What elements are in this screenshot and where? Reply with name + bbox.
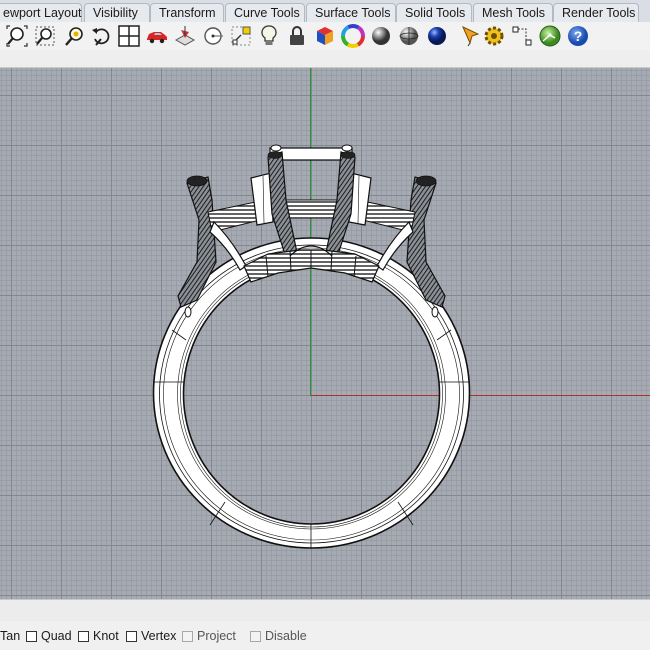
pen-icon[interactable] [458,24,482,48]
command-toolbar: ? [0,22,650,50]
osnap-vertex[interactable]: Vertex [126,629,176,643]
tab-render-tools[interactable]: Render Tools [553,3,639,22]
tab-visibility[interactable]: Visibility [84,3,150,22]
osnap-label: Knot [93,629,119,643]
undo-view-icon[interactable] [90,24,114,48]
toolbar-tab-bar: ewport Layout Visibility Transform Curve… [0,0,650,23]
osnap-label: Quad [41,629,72,643]
tab-surface-tools[interactable]: Surface Tools [306,3,396,22]
quad-checkbox[interactable] [26,630,37,642]
osnap-label: Project [197,629,236,643]
osnap-project[interactable]: Project [182,629,236,643]
help-icon[interactable]: ? [566,24,590,48]
tab-transform[interactable]: Transform [150,3,224,22]
osnap-label: Vertex [141,629,177,643]
tab-mesh-tools[interactable]: Mesh Tools [473,3,553,22]
osnap-quad[interactable]: Quad [26,629,72,643]
zoom-extents-icon[interactable] [5,24,29,48]
rendered-sphere-icon[interactable] [425,24,449,48]
osnap-label: Disable [265,629,307,643]
gear-icon[interactable] [482,24,506,48]
zoom-window-icon[interactable] [33,24,57,48]
disable-checkbox[interactable] [250,630,261,642]
osnap-label: Tan [0,629,21,643]
vertex-checkbox[interactable] [126,630,137,642]
lock-icon[interactable] [285,24,309,48]
front-viewport[interactable] [0,68,650,599]
project-checkbox[interactable] [182,630,193,642]
point-icon[interactable] [229,24,253,48]
shaded-sphere-icon[interactable] [369,24,393,48]
ring-wireframe-model[interactable] [0,68,650,599]
material-cube-icon[interactable] [313,24,337,48]
osnap-bar: Tan Quad Knot Vertex Project Disable [0,621,650,650]
color-wheel-icon[interactable] [341,24,365,48]
tab-viewport-layout[interactable]: ewport Layout [0,3,82,22]
knot-checkbox[interactable] [78,630,89,642]
globe-icon[interactable] [538,24,562,48]
circle-snap-icon[interactable] [201,24,225,48]
light-bulb-icon[interactable] [257,24,281,48]
osnap-tan[interactable]: Tan [0,629,20,643]
tab-curve-tools[interactable]: Curve Tools [225,3,305,22]
status-separator [0,599,650,622]
zoom-selected-icon[interactable] [62,24,86,48]
tab-solid-tools[interactable]: Solid Tools [396,3,472,22]
four-viewports-icon[interactable] [117,24,141,48]
svg-text:?: ? [574,28,583,44]
dimension-icon[interactable] [510,24,534,48]
toolbar-separator [0,50,650,68]
ghosted-sphere-icon[interactable] [397,24,421,48]
osnap-knot[interactable]: Knot [78,629,119,643]
osnap-disable[interactable]: Disable [250,629,307,643]
plane-icon[interactable] [173,24,197,48]
car-icon[interactable] [145,24,169,48]
